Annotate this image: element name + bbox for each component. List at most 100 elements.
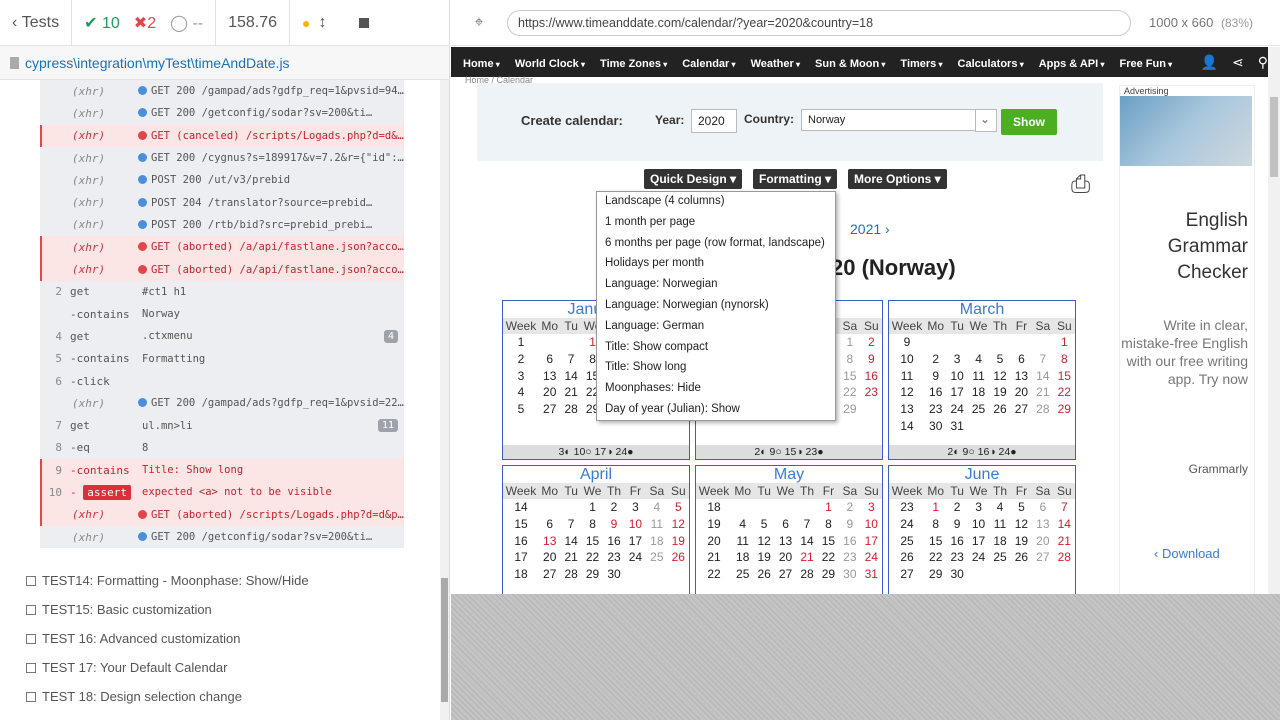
- command-row[interactable]: (xhr) POST 204 /translator?source=prebid…: [40, 191, 404, 214]
- month-calendar: May Week Mo Tu We Th Fr Sa Su 18 1 2 3 19 4 5 6 7 8 9 10 20 11…: [695, 465, 883, 594]
- autoscroll-icon[interactable]: ↕: [319, 14, 327, 32]
- menu-item[interactable]: Title: Show compact: [597, 341, 835, 362]
- menu-item[interactable]: Moonphases: Hide: [597, 382, 835, 403]
- command-row[interactable]: 6 -click: [40, 369, 404, 393]
- command-row[interactable]: 7 get ul.mn>li 11: [40, 414, 404, 437]
- ad-image[interactable]: [1120, 96, 1252, 166]
- user-icon[interactable]: 👤: [1201, 54, 1218, 71]
- advertisement[interactable]: Advertising English Grammar Checker Writ…: [1119, 85, 1255, 594]
- command-row[interactable]: (xhr) GET 200 /gampad/ads?gdfp_req=1&pvsi…: [40, 392, 404, 415]
- command-row[interactable]: 8 -eq 8: [40, 436, 404, 460]
- nav-item[interactable]: Free Fun: [1119, 58, 1172, 70]
- menu-item[interactable]: 1 month per page: [597, 216, 835, 237]
- menu-item[interactable]: Holidays per month: [597, 257, 835, 278]
- scrollbar-thumb[interactable]: [441, 578, 448, 702]
- menu-item[interactable]: Language: Norwegian (nynorsk): [597, 299, 835, 320]
- month-name[interactable]: May: [696, 466, 882, 483]
- printer-icon[interactable]: ⎙: [1071, 171, 1090, 199]
- share-icon[interactable]: ⋖: [1232, 54, 1244, 71]
- menu-item[interactable]: 6 months per page (row format, landscape…: [597, 237, 835, 258]
- status-dot-icon: [138, 398, 147, 408]
- command-row[interactable]: 5 -contains Formatting: [40, 347, 404, 370]
- nav-item[interactable]: Apps & API: [1039, 58, 1105, 70]
- advertising-label: Advertising: [1124, 86, 1169, 96]
- nav-item[interactable]: Calculators: [958, 58, 1024, 70]
- command-message: GET (aborted) /a/api/fastlane.json?accou…: [138, 241, 404, 253]
- command-name: get: [70, 419, 90, 433]
- checkbox-icon: [26, 633, 36, 644]
- stop-button[interactable]: [347, 0, 381, 46]
- ad-headline[interactable]: English Grammar Checker: [1120, 208, 1248, 286]
- spec-path-link[interactable]: cypress\integration\myTest\timeAndDate.j…: [25, 55, 290, 71]
- month-name[interactable]: April: [503, 466, 689, 483]
- command-row[interactable]: (xhr) GET 200 /cygnus?s=189917&v=7.2&r={"…: [40, 146, 404, 170]
- test-item[interactable]: TEST14: Formatting - Moonphase: Show/Hid…: [26, 566, 309, 595]
- country-select[interactable]: Norway: [801, 109, 997, 131]
- nav-item[interactable]: Time Zones: [600, 58, 667, 70]
- test-item[interactable]: TEST 18: Design selection change: [26, 682, 309, 711]
- command-row[interactable]: (xhr) GET (aborted) /scripts/Logads.php?d…: [40, 503, 404, 526]
- next-year-link[interactable]: 2021 ›: [850, 221, 890, 237]
- pending-count: ◯ --: [170, 14, 204, 32]
- nav-item[interactable]: Weather: [751, 58, 800, 70]
- menu-item[interactable]: Landscape (4 columns): [597, 195, 835, 216]
- nav-item[interactable]: Home: [463, 58, 500, 70]
- command-row[interactable]: 9 -contains Title: Show long: [40, 459, 404, 482]
- status-dot-icon: [138, 219, 147, 229]
- nav-item[interactable]: Sun & Moon: [815, 58, 885, 70]
- command-row[interactable]: (xhr) GET 200 /getconfig/sodar?sv=200&ti…: [40, 525, 404, 549]
- command-row[interactable]: 2 get #ct1 h1: [40, 280, 404, 303]
- viewport-size: 1000 x 660 (83%): [1149, 15, 1253, 30]
- ad-brand: Grammarly: [1188, 462, 1248, 476]
- month-name[interactable]: June: [889, 466, 1075, 483]
- year-input[interactable]: 2020: [691, 109, 737, 133]
- menu-item[interactable]: Title: Show long: [597, 361, 835, 382]
- command-row[interactable]: (xhr) GET (aborted) /a/api/fastlane.json?…: [40, 236, 404, 259]
- chevron-down-icon[interactable]: ⌄: [975, 109, 997, 132]
- site-scrollbar[interactable]: [1268, 47, 1280, 594]
- search-icon[interactable]: ⚲: [1258, 54, 1268, 71]
- command-message: GET 200 /gampad/ads?gdfp_req=1&pvsid=943…: [138, 85, 404, 97]
- menu-item[interactable]: Language: German: [597, 320, 835, 341]
- command-message: GET 200 /getconfig/sodar?sv=200&ti…: [138, 107, 404, 119]
- command-row[interactable]: (xhr) GET 200 /getconfig/sodar?sv=200&ti…: [40, 102, 404, 125]
- runner-scrollbar[interactable]: [440, 80, 449, 720]
- command-row[interactable]: (xhr) GET 200 /gampad/ads?gdfp_req=1&pvsi…: [40, 80, 404, 103]
- command-row[interactable]: 4 get .ctxmenu 4: [40, 325, 404, 348]
- more-options-button[interactable]: More Options: [848, 169, 947, 189]
- selector-playground-icon[interactable]: ⌖: [451, 14, 507, 32]
- status-dot-icon: [138, 242, 147, 252]
- tests-label: Tests: [21, 13, 60, 31]
- test-item[interactable]: TEST 17: Your Default Calendar: [26, 653, 309, 682]
- command-row[interactable]: 10 - assert expected <a> not to be visible: [40, 481, 404, 504]
- weekday-header: WeekMoTuWeThFrSaSu: [889, 483, 1075, 499]
- moon-phase-bar: 3◐ 10○ 17◑ 24●: [503, 445, 689, 459]
- menu-item[interactable]: Language: Norwegian: [597, 278, 835, 299]
- test-item[interactable]: TEST15: Basic customization: [26, 595, 309, 624]
- tests-nav[interactable]: ‹ Tests: [0, 0, 73, 46]
- test-title: TEST 18: Design selection change: [42, 689, 242, 704]
- test-item[interactable]: TEST 16: Advanced customization: [26, 624, 309, 653]
- nav-item[interactable]: Timers: [900, 58, 942, 70]
- url-field[interactable]: https://www.timeanddate.com/calendar/?ye…: [507, 9, 1131, 36]
- site-scrollbar-thumb[interactable]: [1270, 97, 1278, 177]
- command-row[interactable]: (xhr) POST 200 /ut/v3/prebid: [40, 169, 404, 192]
- quick-design-button[interactable]: Quick Design: [644, 169, 743, 189]
- command-row[interactable]: (xhr) GET (aborted) /a/api/fastlane.json?…: [40, 258, 404, 281]
- count-badge: 11: [377, 419, 398, 433]
- nav-item[interactable]: Calendar: [682, 58, 735, 70]
- month-name[interactable]: March: [889, 301, 1075, 318]
- formatting-button[interactable]: Formatting: [753, 169, 838, 189]
- weekday-header: WeekMoTuWeThFrSaSu: [503, 483, 689, 499]
- ad-download-button[interactable]: ‹ Download: [1154, 546, 1220, 561]
- moon-phase-bar: 2◐ 9○ 15◑ 23●: [696, 445, 882, 459]
- month-calendar: March Week Mo Tu We Th Fr Sa Su 9 1 10 2 3 4 5 6 7 8 11 9 10 1…: [888, 300, 1076, 460]
- aut-url-bar: ⌖ https://www.timeanddate.com/calendar/?…: [451, 0, 1280, 46]
- nav-item[interactable]: World Clock: [515, 58, 585, 70]
- command-row[interactable]: (xhr) GET (canceled) /scripts/Logads.php?…: [40, 124, 404, 147]
- command-row[interactable]: (xhr) POST 200 /rtb/bid?src=prebid_prebi…: [40, 213, 404, 237]
- status-dot-icon: [138, 86, 147, 96]
- show-button[interactable]: Show: [1001, 109, 1057, 135]
- menu-item[interactable]: Day of year (Julian): Show: [597, 403, 835, 424]
- command-row[interactable]: -contains Norway: [40, 302, 404, 326]
